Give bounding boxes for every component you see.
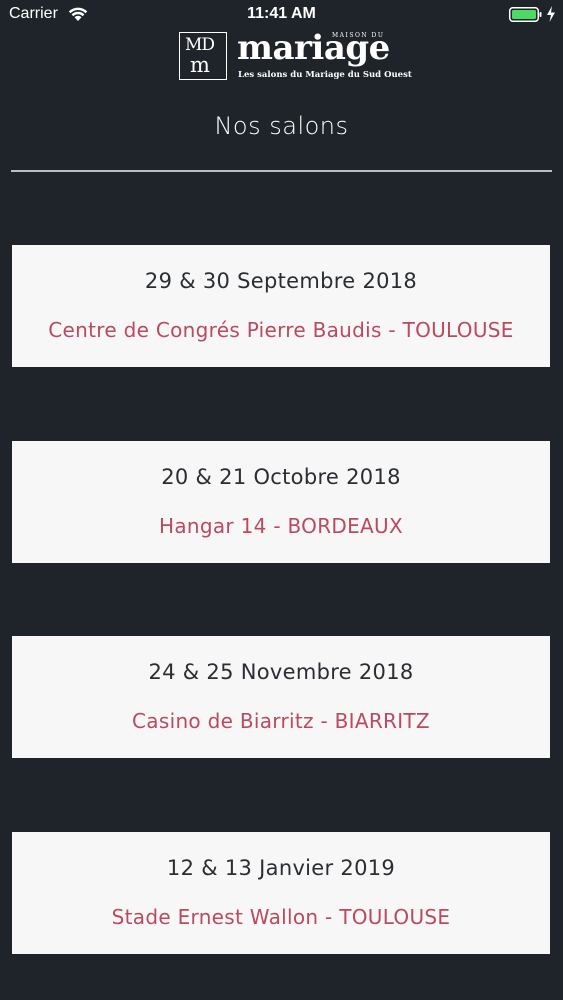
salon-date: 12 & 13 Janvier 2019: [166, 856, 396, 880]
salon-card-toulouse-septembre[interactable]: 29 & 30 Septembre 2018 Centre de Congrés…: [12, 245, 550, 367]
salon-date: 24 & 25 Novembre 2018: [148, 660, 414, 684]
salon-venue: Stade Ernest Wallon - TOULOUSE: [111, 905, 451, 929]
status-time: 11:41 AM: [247, 5, 316, 22]
status-bar: Carrier 11:41 AM: [0, 0, 563, 30]
salon-card-bordeaux[interactable]: 20 & 21 Octobre 2018 Hangar 14 - BORDEAU…: [12, 441, 550, 563]
maison-du-mariage-logo: MD m MAISON DU mariage Les salons du Mar…: [179, 28, 412, 84]
salon-date: 20 & 21 Octobre 2018: [161, 465, 401, 489]
logo-monogram: MD m: [179, 32, 227, 80]
salon-venue: Casino de Biarritz - BIARRITZ: [132, 709, 430, 733]
battery-icon: [509, 7, 543, 22]
logo-wordmark: mariage: [237, 28, 390, 68]
salon-venue: Hangar 14 - BORDEAUX: [159, 514, 403, 538]
logo-monogram-top: MD: [185, 35, 215, 55]
logo-tagline: Les salons du Mariage du Sud Ouest: [238, 70, 412, 80]
salon-card-toulouse-janvier[interactable]: 12 & 13 Janvier 2019 Stade Ernest Wallon…: [12, 832, 550, 954]
salon-date: 29 & 30 Septembre 2018: [144, 269, 418, 293]
salon-venue: Centre de Congrés Pierre Baudis - TOULOU…: [48, 318, 514, 342]
page-title: Nos salons: [214, 112, 349, 140]
logo-monogram-bottom: m: [190, 53, 210, 77]
charging-bolt-icon: [546, 6, 556, 22]
title-divider: [11, 170, 552, 172]
salon-card-biarritz[interactable]: 24 & 25 Novembre 2018 Casino de Biarritz…: [12, 636, 550, 758]
